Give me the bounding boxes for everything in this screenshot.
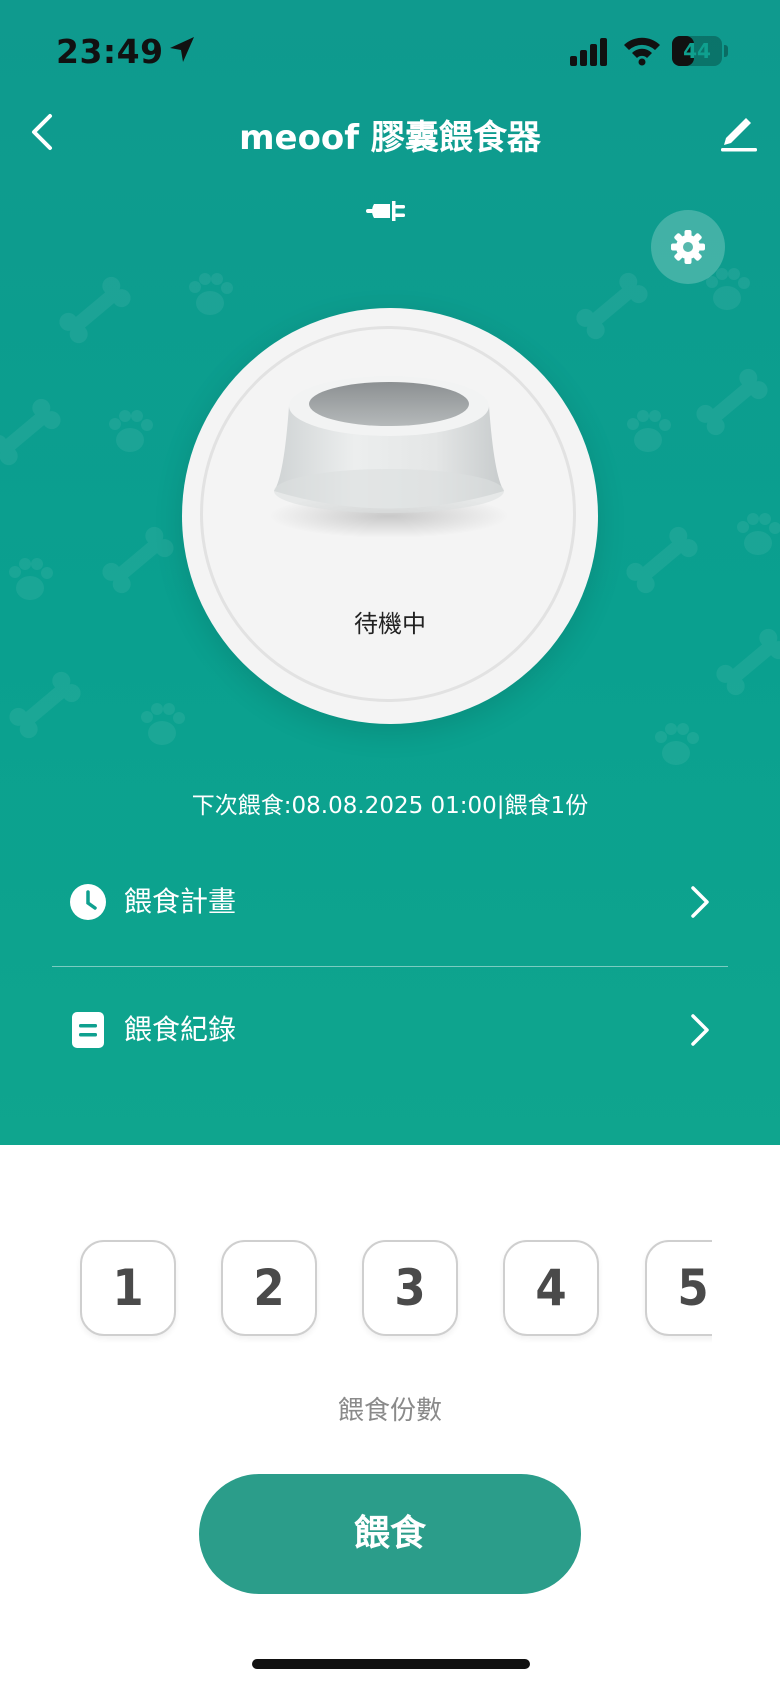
device-status-text: 待機中 [354, 610, 426, 638]
location-arrow-icon [170, 37, 194, 62]
menu-feeding-log-label: 餵食紀錄 [124, 1013, 237, 1046]
clock-icon [70, 884, 106, 920]
settings-button[interactable] [651, 210, 725, 284]
status-time: 23:49 [56, 32, 164, 71]
menu-feeding-plan[interactable]: 餵食計畫 [52, 852, 728, 952]
device-status-dial: 待機中 [182, 308, 598, 724]
power-plug-icon [366, 201, 405, 221]
food-bowl-illustration [269, 376, 509, 538]
menu-feeding-log[interactable]: 餵食紀錄 [52, 980, 728, 1080]
battery-cap [724, 45, 728, 57]
device-header-panel: 23:49 44 meoof 膠囊餵食器 待機中 下次餵食:08.08.2025… [0, 0, 780, 1145]
next-feeding-info: 下次餵食:08.08.2025 01:00|餵食1份 [191, 793, 589, 819]
portion-option-1[interactable]: 1 [80, 1240, 176, 1336]
app-screen: 23:49 44 meoof 膠囊餵食器 待機中 下次餵食:08.08.2025… [0, 0, 780, 1688]
home-indicator [252, 1659, 530, 1669]
edit-pencil-button[interactable] [716, 108, 762, 154]
menu-divider [52, 966, 728, 967]
portion-selector[interactable]: 1 2 3 4 5 [0, 1230, 712, 1350]
document-icon [72, 1012, 104, 1048]
battery-indicator: 44 [672, 36, 722, 66]
portion-option-4[interactable]: 4 [503, 1240, 599, 1336]
menu-feeding-plan-label: 餵食計畫 [124, 885, 237, 918]
portion-count-label: 餵食份數 [337, 1396, 442, 1426]
portion-option-2[interactable]: 2 [221, 1240, 317, 1336]
chevron-right-icon [691, 1014, 709, 1046]
wifi-icon [624, 37, 660, 66]
status-bar: 23:49 44 [0, 0, 780, 100]
portion-option-3[interactable]: 3 [362, 1240, 458, 1336]
chevron-right-icon [691, 886, 709, 918]
portion-option-5[interactable]: 5 [645, 1240, 712, 1336]
gear-icon [671, 230, 705, 264]
battery-percentage: 44 [683, 39, 711, 63]
page-title: meoof 膠囊餵食器 [239, 118, 541, 158]
cellular-signal-icon [570, 38, 607, 66]
feed-button[interactable]: 餵食 [199, 1474, 581, 1594]
